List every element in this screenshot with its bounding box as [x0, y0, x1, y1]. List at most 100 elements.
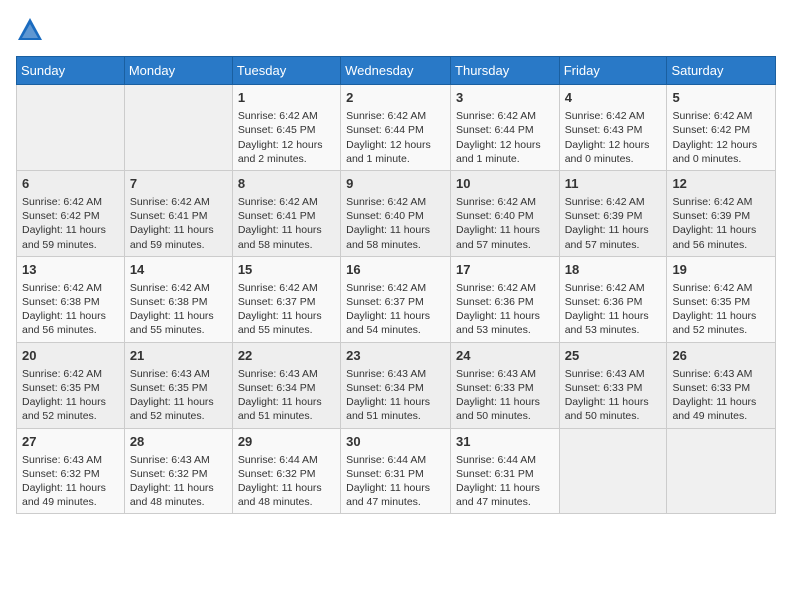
calendar-cell: 24 Sunrise: 6:43 AM Sunset: 6:33 PM Dayli…	[451, 342, 560, 428]
day-header-friday: Friday	[559, 57, 667, 85]
day-number: 10	[456, 175, 554, 193]
calendar-cell: 13 Sunrise: 6:42 AM Sunset: 6:38 PM Dayli…	[17, 256, 125, 342]
day-number: 6	[22, 175, 119, 193]
calendar-cell: 25Sunrise: 6:43 AM Sunset: 6:33 PM Dayli…	[559, 342, 667, 428]
day-number: 27	[22, 433, 119, 451]
day-number: 30	[346, 433, 445, 451]
calendar-cell: 8 Sunrise: 6:42 AM Sunset: 6:41 PM Daylig…	[232, 170, 340, 256]
day-number: 1	[238, 89, 335, 107]
calendar-cell: 7 Sunrise: 6:42 AM Sunset: 6:41 PM Daylig…	[124, 170, 232, 256]
day-header-monday: Monday	[124, 57, 232, 85]
day-number: 29	[238, 433, 335, 451]
day-number: 3	[456, 89, 554, 107]
cell-content: Sunrise: 6:43 AM Sunset: 6:33 PM Dayligh…	[672, 367, 770, 424]
calendar-cell: 19 Sunrise: 6:42 AM Sunset: 6:35 PM Dayli…	[667, 256, 776, 342]
calendar-table: SundayMondayTuesdayWednesdayThursdayFrid…	[16, 56, 776, 514]
calendar-week-row: 1 Sunrise: 6:42 AM Sunset: 6:45 PM Daylig…	[17, 85, 776, 171]
day-number: 28	[130, 433, 227, 451]
calendar-header-row: SundayMondayTuesdayWednesdayThursdayFrid…	[17, 57, 776, 85]
day-number: 19	[672, 261, 770, 279]
calendar-cell: 12 Sunrise: 6:42 AM Sunset: 6:39 PM Dayli…	[667, 170, 776, 256]
calendar-cell: 1 Sunrise: 6:42 AM Sunset: 6:45 PM Daylig…	[232, 85, 340, 171]
day-number: 18	[565, 261, 662, 279]
cell-content: Sunrise: 6:42 AM Sunset: 6:39 PM Dayligh…	[672, 195, 770, 252]
day-number: 9	[346, 175, 445, 193]
cell-content: Sunrise: 6:42 AM Sunset: 6:43 PM Dayligh…	[565, 109, 662, 166]
cell-content: Sunrise: 6:42 AM Sunset: 6:35 PM Dayligh…	[672, 281, 770, 338]
calendar-cell	[667, 428, 776, 514]
calendar-cell	[17, 85, 125, 171]
calendar-cell: 23 Sunrise: 6:43 AM Sunset: 6:34 PM Dayli…	[341, 342, 451, 428]
day-number: 21	[130, 347, 227, 365]
cell-content: Sunrise: 6:42 AM Sunset: 6:36 PM Dayligh…	[565, 281, 662, 338]
calendar-cell: 3 Sunrise: 6:42 AM Sunset: 6:44 PM Daylig…	[451, 85, 560, 171]
day-number: 22	[238, 347, 335, 365]
day-number: 14	[130, 261, 227, 279]
cell-content: Sunrise: 6:43 AM Sunset: 6:35 PM Dayligh…	[130, 367, 227, 424]
cell-content: Sunrise: 6:44 AM Sunset: 6:31 PM Dayligh…	[456, 453, 554, 510]
calendar-week-row: 20Sunrise: 6:42 AM Sunset: 6:35 PM Dayli…	[17, 342, 776, 428]
cell-content: Sunrise: 6:42 AM Sunset: 6:45 PM Dayligh…	[238, 109, 335, 166]
cell-content: Sunrise: 6:42 AM Sunset: 6:36 PM Dayligh…	[456, 281, 554, 338]
calendar-cell: 10 Sunrise: 6:42 AM Sunset: 6:40 PM Dayli…	[451, 170, 560, 256]
calendar-cell: 16 Sunrise: 6:42 AM Sunset: 6:37 PM Dayli…	[341, 256, 451, 342]
day-number: 26	[672, 347, 770, 365]
day-number: 13	[22, 261, 119, 279]
logo-icon	[16, 16, 44, 44]
cell-content: Sunrise: 6:42 AM Sunset: 6:37 PM Dayligh…	[238, 281, 335, 338]
cell-content: Sunrise: 6:43 AM Sunset: 6:34 PM Dayligh…	[346, 367, 445, 424]
day-number: 4	[565, 89, 662, 107]
calendar-cell: 5Sunrise: 6:42 AM Sunset: 6:42 PM Daylig…	[667, 85, 776, 171]
calendar-cell: 22 Sunrise: 6:43 AM Sunset: 6:34 PM Dayli…	[232, 342, 340, 428]
calendar-week-row: 6 Sunrise: 6:42 AM Sunset: 6:42 PM Daylig…	[17, 170, 776, 256]
cell-content: Sunrise: 6:44 AM Sunset: 6:32 PM Dayligh…	[238, 453, 335, 510]
day-header-saturday: Saturday	[667, 57, 776, 85]
day-number: 8	[238, 175, 335, 193]
day-number: 15	[238, 261, 335, 279]
cell-content: Sunrise: 6:42 AM Sunset: 6:37 PM Dayligh…	[346, 281, 445, 338]
calendar-week-row: 13 Sunrise: 6:42 AM Sunset: 6:38 PM Dayli…	[17, 256, 776, 342]
calendar-cell: 17 Sunrise: 6:42 AM Sunset: 6:36 PM Dayli…	[451, 256, 560, 342]
cell-content: Sunrise: 6:42 AM Sunset: 6:40 PM Dayligh…	[456, 195, 554, 252]
day-number: 31	[456, 433, 554, 451]
day-number: 20	[22, 347, 119, 365]
calendar-cell: 6 Sunrise: 6:42 AM Sunset: 6:42 PM Daylig…	[17, 170, 125, 256]
cell-content: Sunrise: 6:43 AM Sunset: 6:32 PM Dayligh…	[130, 453, 227, 510]
day-number: 17	[456, 261, 554, 279]
day-header-tuesday: Tuesday	[232, 57, 340, 85]
calendar-cell: 9 Sunrise: 6:42 AM Sunset: 6:40 PM Daylig…	[341, 170, 451, 256]
cell-content: Sunrise: 6:43 AM Sunset: 6:33 PM Dayligh…	[456, 367, 554, 424]
day-number: 12	[672, 175, 770, 193]
day-header-thursday: Thursday	[451, 57, 560, 85]
cell-content: Sunrise: 6:42 AM Sunset: 6:40 PM Dayligh…	[346, 195, 445, 252]
cell-content: Sunrise: 6:42 AM Sunset: 6:42 PM Dayligh…	[22, 195, 119, 252]
cell-content: Sunrise: 6:42 AM Sunset: 6:44 PM Dayligh…	[456, 109, 554, 166]
cell-content: Sunrise: 6:43 AM Sunset: 6:32 PM Dayligh…	[22, 453, 119, 510]
calendar-cell: 14 Sunrise: 6:42 AM Sunset: 6:38 PM Dayli…	[124, 256, 232, 342]
cell-content: Sunrise: 6:43 AM Sunset: 6:34 PM Dayligh…	[238, 367, 335, 424]
day-number: 16	[346, 261, 445, 279]
cell-content: Sunrise: 6:42 AM Sunset: 6:41 PM Dayligh…	[238, 195, 335, 252]
calendar-cell: 31 Sunrise: 6:44 AM Sunset: 6:31 PM Dayli…	[451, 428, 560, 514]
cell-content: Sunrise: 6:42 AM Sunset: 6:44 PM Dayligh…	[346, 109, 445, 166]
calendar-cell: 21 Sunrise: 6:43 AM Sunset: 6:35 PM Dayli…	[124, 342, 232, 428]
day-number: 23	[346, 347, 445, 365]
cell-content: Sunrise: 6:42 AM Sunset: 6:41 PM Dayligh…	[130, 195, 227, 252]
day-number: 7	[130, 175, 227, 193]
day-number: 5	[672, 89, 770, 107]
day-number: 24	[456, 347, 554, 365]
calendar-week-row: 27 Sunrise: 6:43 AM Sunset: 6:32 PM Dayli…	[17, 428, 776, 514]
calendar-cell: 27 Sunrise: 6:43 AM Sunset: 6:32 PM Dayli…	[17, 428, 125, 514]
page-header	[16, 16, 776, 44]
calendar-cell: 30Sunrise: 6:44 AM Sunset: 6:31 PM Dayli…	[341, 428, 451, 514]
calendar-cell	[559, 428, 667, 514]
calendar-cell: 4 Sunrise: 6:42 AM Sunset: 6:43 PM Daylig…	[559, 85, 667, 171]
cell-content: Sunrise: 6:42 AM Sunset: 6:38 PM Dayligh…	[130, 281, 227, 338]
calendar-cell: 29 Sunrise: 6:44 AM Sunset: 6:32 PM Dayli…	[232, 428, 340, 514]
calendar-cell: 28 Sunrise: 6:43 AM Sunset: 6:32 PM Dayli…	[124, 428, 232, 514]
day-header-sunday: Sunday	[17, 57, 125, 85]
calendar-cell: 11Sunrise: 6:42 AM Sunset: 6:39 PM Dayli…	[559, 170, 667, 256]
calendar-cell: 15 Sunrise: 6:42 AM Sunset: 6:37 PM Dayli…	[232, 256, 340, 342]
cell-content: Sunrise: 6:42 AM Sunset: 6:38 PM Dayligh…	[22, 281, 119, 338]
calendar-cell: 2Sunrise: 6:42 AM Sunset: 6:44 PM Daylig…	[341, 85, 451, 171]
